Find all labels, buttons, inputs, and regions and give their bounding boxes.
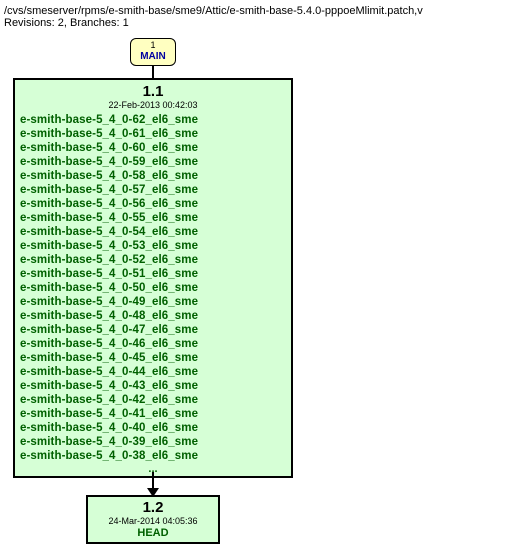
tag-entry: e-smith-base-5_4_0-38_el6_sme [20,449,286,463]
tag-entry: e-smith-base-5_4_0-40_el6_sme [20,421,286,435]
branch-tag-main: 1 MAIN [130,38,176,66]
tag-entry: e-smith-base-5_4_0-45_el6_sme [20,351,286,365]
connector-line [152,66,154,78]
tag-entry: e-smith-base-5_4_0-47_el6_sme [20,323,286,337]
tag-entry: e-smith-base-5_4_0-56_el6_sme [20,197,286,211]
tag-entry: e-smith-base-5_4_0-54_el6_sme [20,225,286,239]
tag-entry: e-smith-base-5_4_0-55_el6_sme [20,211,286,225]
tag-entry: e-smith-base-5_4_0-58_el6_sme [20,169,286,183]
revision-number: 1.2 [92,499,214,516]
branch-tag-label: MAIN [131,51,175,63]
tag-entry: e-smith-base-5_4_0-59_el6_sme [20,155,286,169]
tag-entry: e-smith-base-5_4_0-48_el6_sme [20,309,286,323]
branch-tag-index: 1 [131,39,175,51]
revision-graph-canvas: /cvs/smeserver/rpms/e-smith-base/sme9/At… [0,0,512,543]
revision-node-1-1: 1.1 22-Feb-2013 00:42:03 e-smith-base-5_… [13,78,293,478]
tag-entry: e-smith-base-5_4_0-57_el6_sme [20,183,286,197]
tag-entry: e-smith-base-5_4_0-52_el6_sme [20,253,286,267]
tag-entry: e-smith-base-5_4_0-51_el6_sme [20,267,286,281]
tag-entry: e-smith-base-5_4_0-43_el6_sme [20,379,286,393]
tag-entry: e-smith-base-5_4_0-46_el6_sme [20,337,286,351]
tag-entry: e-smith-base-5_4_0-44_el6_sme [20,365,286,379]
tag-entry: e-smith-base-5_4_0-42_el6_sme [20,393,286,407]
tag-list: e-smith-base-5_4_0-62_el6_smee-smith-bas… [20,113,286,463]
tag-entry: e-smith-base-5_4_0-62_el6_sme [20,113,286,127]
file-path: /cvs/smeserver/rpms/e-smith-base/sme9/At… [4,4,508,18]
tag-entry: e-smith-base-5_4_0-41_el6_sme [20,407,286,421]
tag-entry: e-smith-base-5_4_0-53_el6_sme [20,239,286,253]
revision-date: 22-Feb-2013 00:42:03 [20,100,286,111]
revision-node-1-2: 1.2 24-Mar-2014 04:05:36 HEAD [86,495,220,544]
revision-date: 24-Mar-2014 04:05:36 [92,516,214,527]
head-label: HEAD [92,527,214,540]
revision-number: 1.1 [20,83,286,100]
revisions-summary: Revisions: 2, Branches: 1 [4,17,129,29]
tag-entry: e-smith-base-5_4_0-39_el6_sme [20,435,286,449]
tag-entry: e-smith-base-5_4_0-60_el6_sme [20,141,286,155]
tag-entry: e-smith-base-5_4_0-61_el6_sme [20,127,286,141]
tag-entry: e-smith-base-5_4_0-50_el6_sme [20,281,286,295]
tag-entry: e-smith-base-5_4_0-49_el6_sme [20,295,286,309]
